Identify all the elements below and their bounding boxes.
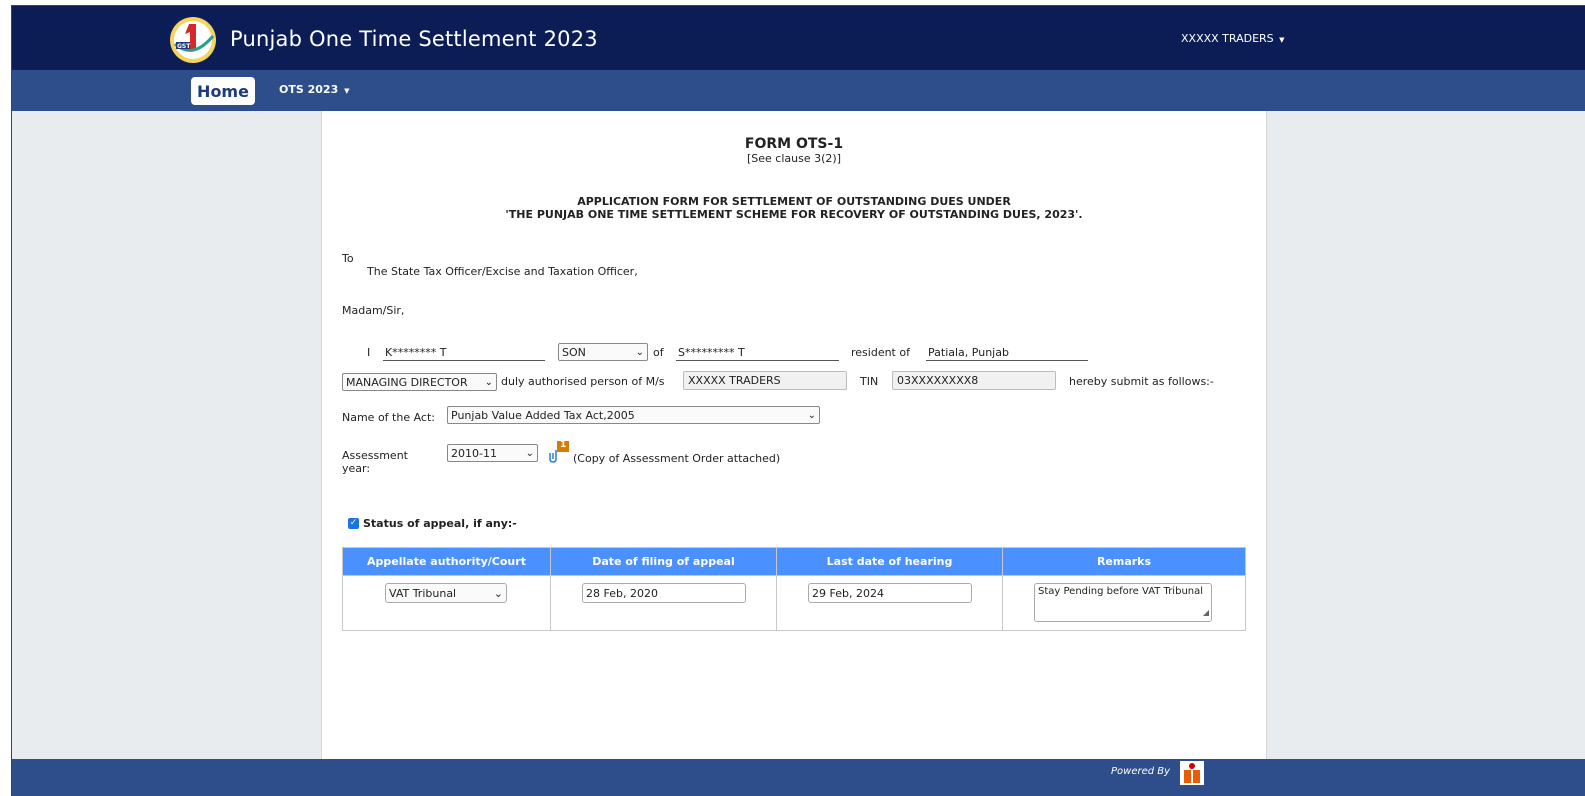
addressee-text: The State Tax Officer/Excise and Taxatio… <box>367 265 638 278</box>
assessment-year-value: 2010-11 <box>451 446 497 460</box>
tin-label: TIN <box>860 375 879 388</box>
column-header-remarks: Remarks <box>1002 547 1246 576</box>
column-header-authority: Appellate authority/Court <box>342 547 551 576</box>
chevron-down-icon: ▼ <box>1279 36 1285 44</box>
authority-cell: VAT Tribunal ⌄ <box>342 575 551 631</box>
to-label: To <box>342 252 354 265</box>
browser-viewport: GST Punjab One Time Settlement 2023 XXXX… <box>11 5 1585 796</box>
act-label: Name of the Act: <box>342 411 435 424</box>
column-header-filing-date: Date of filing of appeal <box>550 547 777 576</box>
chevron-down-icon: ⌄ <box>635 346 644 358</box>
relation-select[interactable]: SON ⌄ <box>558 343 648 361</box>
vendor-logo-icon <box>1180 761 1204 785</box>
home-button[interactable]: Home <box>191 77 255 105</box>
relation-value: SON <box>562 345 586 359</box>
column-header-hearing-date: Last date of hearing <box>776 547 1003 576</box>
remarks-cell: Stay Pending before VAT Tribunal ◢ <box>1002 575 1246 631</box>
filing-date-input[interactable]: 28 Feb, 2020 <box>582 583 746 603</box>
act-select[interactable]: Punjab Value Added Tax Act,2005 ⌄ <box>447 406 820 424</box>
attachment-note: (Copy of Assessment Order attached) <box>573 452 781 465</box>
footer-bar: Powered By <box>12 759 1585 796</box>
remarks-textarea[interactable]: Stay Pending before VAT Tribunal ◢ <box>1034 583 1212 622</box>
attachment-count-badge: 1 <box>560 440 567 450</box>
chevron-down-icon: ⌄ <box>807 409 816 421</box>
parent-name-input[interactable] <box>676 345 839 361</box>
assessment-label-line-2: year: <box>342 462 371 475</box>
of-label: of <box>653 346 664 359</box>
assessment-year-select[interactable]: 2010-11 ⌄ <box>447 444 538 462</box>
appeal-table: Appellate authority/Court Date of filing… <box>342 547 1246 631</box>
user-name: XXXXX TRADERS <box>1181 32 1274 45</box>
chevron-down-icon: ⌄ <box>525 447 534 459</box>
appeal-status-label: Status of appeal, if any:- <box>363 517 517 530</box>
main-navigation: Home OTS 2023 ▼ <box>12 70 1585 111</box>
svg-text:GST: GST <box>177 43 191 50</box>
resize-grip-icon[interactable]: ◢ <box>1203 607 1209 619</box>
appeal-table-header: Appellate authority/Court Date of filing… <box>342 547 1246 576</box>
assessment-label-line-1: Assessment <box>342 449 408 462</box>
form-heading-line-2: 'THE PUNJAB ONE TIME SETTLEMENT SCHEME F… <box>505 208 1083 221</box>
applicant-name-input[interactable] <box>383 345 545 361</box>
ots-2023-menu[interactable]: OTS 2023 ▼ <box>279 83 349 96</box>
act-value: Punjab Value Added Tax Act,2005 <box>451 408 635 422</box>
app-title: Punjab One Time Settlement 2023 <box>230 27 598 51</box>
user-account-menu[interactable]: XXXXX TRADERS ▼ <box>1181 32 1285 45</box>
i-label: I <box>367 346 371 359</box>
chevron-down-icon: ▼ <box>344 87 350 95</box>
powered-by-text: Powered By <box>1111 766 1171 777</box>
chevron-down-icon: ⌄ <box>493 586 503 600</box>
form-heading-line-1: APPLICATION FORM FOR SETTLEMENT OF OUTST… <box>577 195 1011 208</box>
designation-select[interactable]: MANAGING DIRECTOR ⌄ <box>342 373 497 391</box>
table-row: VAT Tribunal ⌄ 28 Feb, 2020 29 Feb, 2024… <box>342 575 1246 631</box>
tin-field[interactable] <box>892 371 1056 390</box>
form-title: FORM OTS-1 <box>744 136 844 152</box>
hearing-date-input[interactable]: 29 Feb, 2024 <box>808 583 972 603</box>
one-nation-one-tax-logo: GST <box>170 17 216 63</box>
resident-label: resident of <box>851 346 910 359</box>
paperclip-icon <box>549 441 569 463</box>
appellate-authority-select[interactable]: VAT Tribunal ⌄ <box>385 583 507 603</box>
appellate-authority-value: VAT Tribunal <box>389 586 457 600</box>
attachment-icon[interactable]: 1 <box>546 440 570 463</box>
form-clause: [See clause 3(2)] <box>747 152 841 165</box>
hearing-date-cell: 29 Feb, 2024 <box>776 575 1003 631</box>
top-header-bar: GST Punjab One Time Settlement 2023 XXXX… <box>12 6 1585 70</box>
designation-value: MANAGING DIRECTOR <box>346 375 468 389</box>
firm-name-field[interactable] <box>683 371 847 390</box>
remarks-text: Stay Pending before VAT Tribunal <box>1038 586 1204 597</box>
chevron-down-icon: ⌄ <box>484 376 493 388</box>
salutation-text: Madam/Sir, <box>342 304 405 317</box>
filing-date-cell: 28 Feb, 2020 <box>550 575 777 631</box>
duly-authorised-text: duly authorised person of M/s <box>501 375 665 388</box>
ots-menu-label: OTS 2023 <box>279 83 339 96</box>
resident-input[interactable] <box>926 345 1088 361</box>
appeal-status-checkbox[interactable]: ✓ <box>348 518 359 529</box>
hereby-text: hereby submit as follows:- <box>1069 375 1214 388</box>
form-panel: FORM OTS-1 [See clause 3(2)] APPLICATION… <box>321 111 1267 759</box>
